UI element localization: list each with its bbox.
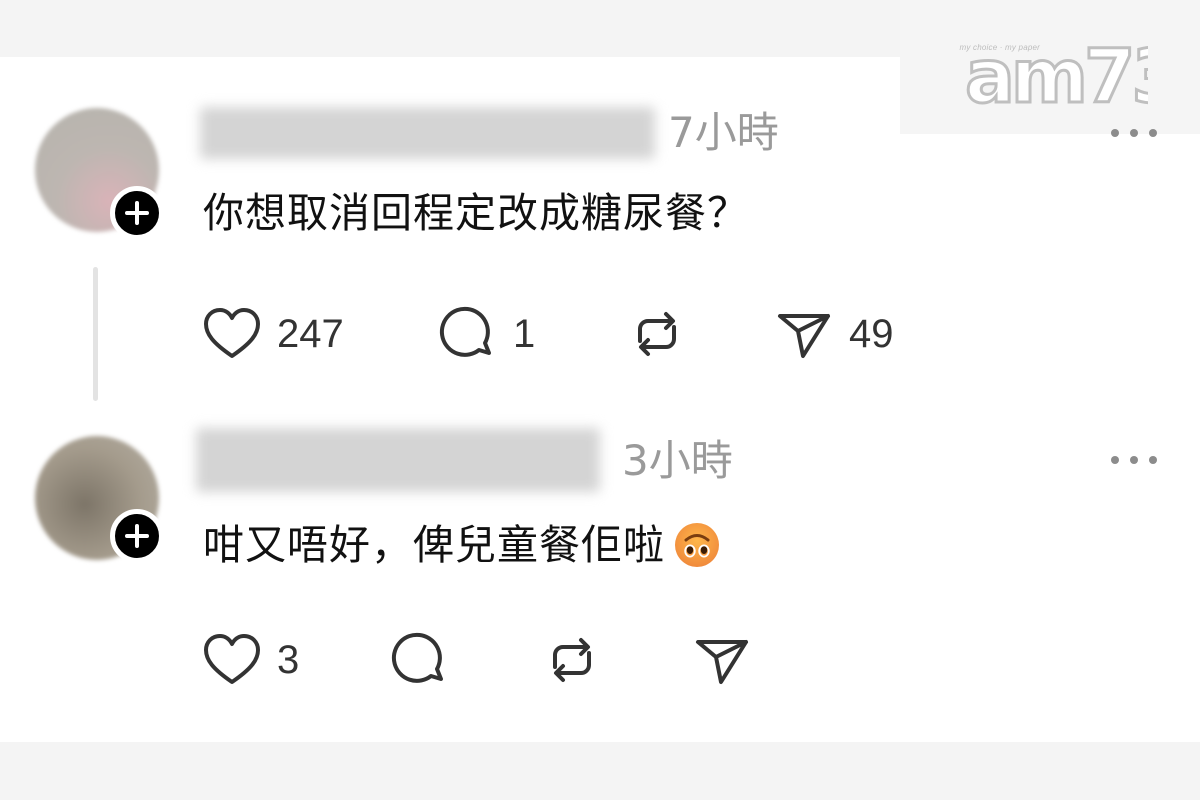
speech-bubble-icon	[391, 632, 443, 683]
plus-icon	[125, 201, 149, 225]
thread-line	[93, 267, 98, 401]
heart-icon	[204, 308, 260, 358]
timestamp: 7小時	[668, 108, 779, 157]
repost-button[interactable]	[626, 303, 688, 365]
repost-button[interactable]	[541, 629, 603, 691]
share-count: 49	[849, 312, 894, 356]
watermark: my choice · my paper am730	[900, 0, 1200, 134]
timestamp: 3小時	[622, 436, 733, 485]
paper-plane-icon	[696, 640, 748, 684]
comment-text-row: 咁又唔好，俾兒童餐佢啦	[203, 521, 721, 569]
paper-plane-icon	[778, 314, 830, 358]
more-icon[interactable]	[1111, 128, 1157, 138]
plus-icon	[125, 524, 149, 548]
upside-down-face-emoji	[675, 523, 719, 567]
follow-button[interactable]	[110, 509, 164, 563]
follow-button[interactable]	[110, 186, 164, 240]
username-blurred[interactable]	[196, 428, 600, 492]
speech-bubble-icon	[439, 306, 491, 357]
share-button[interactable]	[691, 629, 753, 691]
heart-icon	[204, 634, 260, 684]
like-count: 247	[277, 312, 344, 356]
reply-button[interactable]: 1	[437, 303, 535, 365]
more-icon[interactable]	[1111, 455, 1157, 465]
svg-text:am730: am730	[965, 34, 1148, 108]
repost-icon	[553, 638, 591, 682]
comment-text: 你想取消回程定改成糖尿餐？	[203, 189, 749, 237]
username-blurred[interactable]	[200, 107, 655, 159]
reply-count: 1	[513, 312, 536, 356]
repost-icon	[638, 312, 676, 356]
like-count: 3	[277, 638, 300, 682]
am730-logo: am730	[965, 34, 1148, 108]
reply-button[interactable]	[389, 629, 451, 691]
comment-text: 咁又唔好，俾兒童餐佢啦	[203, 520, 665, 569]
share-button[interactable]: 49	[773, 303, 894, 365]
like-button[interactable]: 3	[201, 629, 299, 691]
like-button[interactable]: 247	[201, 303, 344, 365]
